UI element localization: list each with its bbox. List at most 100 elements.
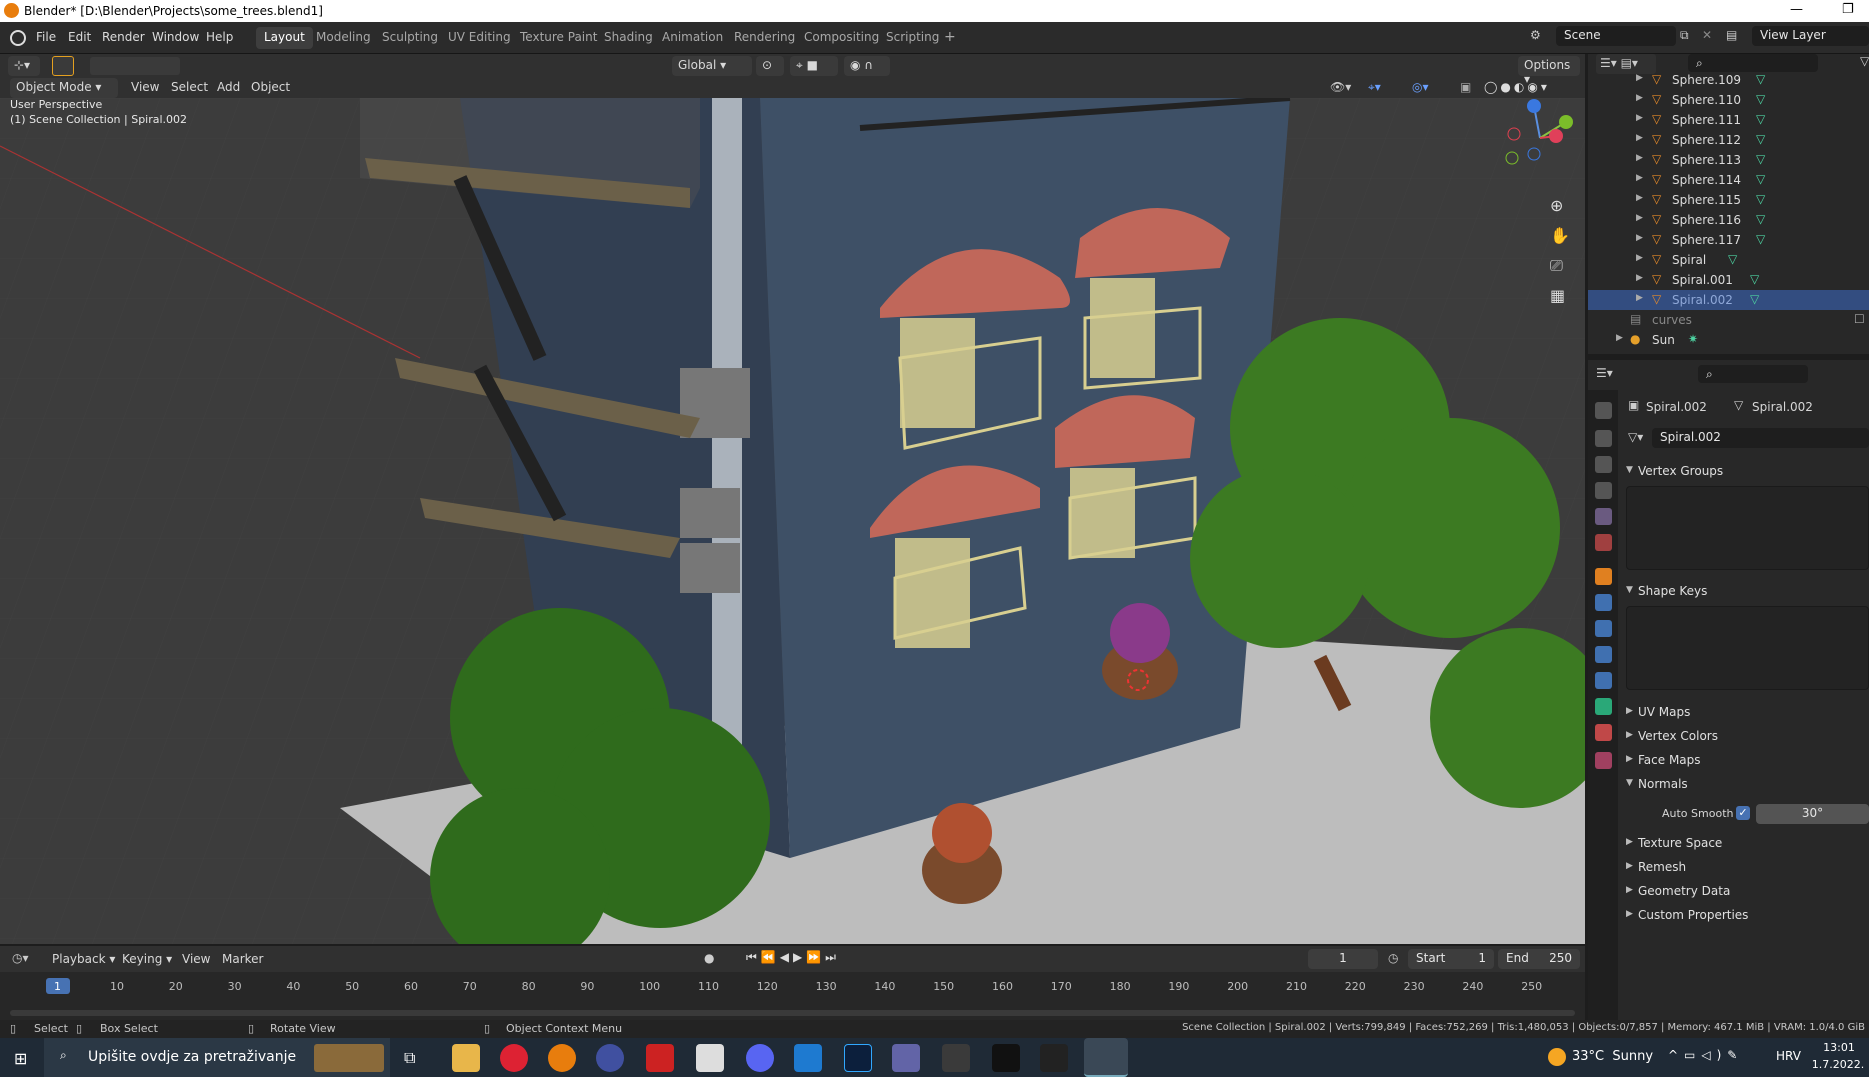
- tool-tab-icon[interactable]: [1595, 402, 1612, 419]
- modifiers-tab-icon[interactable]: [1595, 594, 1612, 611]
- mesh-data-icon[interactable]: ▽: [1756, 72, 1770, 86]
- mesh-data-icon[interactable]: ▽: [1750, 292, 1764, 306]
- clock-date[interactable]: 1.7.2022.: [1808, 1058, 1868, 1071]
- menu-select[interactable]: Select: [171, 80, 208, 94]
- tab-shading[interactable]: Shading: [596, 27, 661, 49]
- options-dropdown[interactable]: Options ▾: [1518, 56, 1580, 86]
- menu-edit[interactable]: Edit: [68, 30, 91, 44]
- particles-tab-icon[interactable]: [1595, 620, 1612, 637]
- zoom-icon[interactable]: ⊕: [1550, 196, 1563, 215]
- vscode-icon[interactable]: [794, 1044, 822, 1072]
- current-frame-field[interactable]: 1: [1308, 949, 1378, 969]
- properties-editor-icon[interactable]: ☰▾: [1596, 366, 1613, 380]
- mesh-data-tab-icon[interactable]: [1595, 698, 1612, 715]
- proportional-edit-icon[interactable]: ◉ ∩: [844, 56, 890, 76]
- menu-object[interactable]: Object: [251, 80, 290, 94]
- mesh-data-icon[interactable]: ▽: [1756, 92, 1770, 106]
- blender-active-icon[interactable]: [1084, 1038, 1128, 1077]
- section-geometry-data[interactable]: ▶ Geometry Data: [1618, 881, 1869, 903]
- teams-icon[interactable]: [892, 1044, 920, 1072]
- outliner-item-spiral-001[interactable]: ▶ ▽ Spiral.001 ▽: [1588, 270, 1869, 290]
- remove-scene-icon[interactable]: ✕: [1702, 28, 1712, 42]
- mesh-data-icon[interactable]: ▽: [1756, 172, 1770, 186]
- tab-rendering[interactable]: Rendering: [726, 27, 803, 49]
- add-workspace-icon[interactable]: +: [944, 29, 956, 45]
- xray-icon[interactable]: ▣: [1460, 80, 1471, 94]
- view-layer-tab-icon[interactable]: [1595, 482, 1612, 499]
- pan-hand-icon[interactable]: ✋: [1550, 226, 1570, 245]
- texture-tab-icon[interactable]: [1595, 752, 1612, 769]
- 3d-viewport[interactable]: User Perspective (1) Scene Collection | …: [0, 98, 1585, 944]
- section-uv-maps[interactable]: ▶ UV Maps: [1618, 702, 1869, 724]
- overlay-icon[interactable]: ◎▾: [1412, 80, 1429, 94]
- playback-controls-icon[interactable]: ⏮⏪◀▶⏩⏭: [746, 950, 840, 965]
- shape-keys-list[interactable]: [1626, 606, 1869, 690]
- select-tool-icon[interactable]: [52, 56, 74, 76]
- pivot-icon[interactable]: ⊙: [756, 56, 784, 76]
- outliner-item-sphere-117[interactable]: ▶ ▽ Sphere.117 ▽: [1588, 230, 1869, 250]
- scene-tab-icon[interactable]: [1595, 508, 1612, 525]
- mesh-data-icon[interactable]: ▽: [1756, 132, 1770, 146]
- outliner-item-sphere-115[interactable]: ▶ ▽ Sphere.115 ▽: [1588, 190, 1869, 210]
- menu-playback[interactable]: Playback ▾: [52, 952, 115, 966]
- outliner-item-spiral[interactable]: ▶ ▽ Spiral ▽: [1588, 250, 1869, 270]
- mesh-data-icon[interactable]: ▽: [1756, 192, 1770, 206]
- outliner-item-sun[interactable]: ▶ ● Sun ✷: [1588, 330, 1869, 350]
- blender-taskbar-icon[interactable]: [548, 1044, 576, 1072]
- mesh-name-field[interactable]: Spiral.002: [1652, 428, 1869, 448]
- editor-type-icon[interactable]: ⊹▾: [8, 56, 40, 76]
- file-explorer-icon[interactable]: [452, 1044, 480, 1072]
- scene-field[interactable]: Scene: [1556, 26, 1676, 46]
- checkbox-icon[interactable]: ☐: [1854, 312, 1865, 326]
- tray-icons[interactable]: ^▭◁)✎: [1668, 1048, 1743, 1062]
- end-frame-field[interactable]: End 250: [1498, 949, 1580, 969]
- transform-orientation-dropdown[interactable]: Global ▾: [672, 56, 752, 76]
- filter-icon[interactable]: ▽: [1860, 54, 1869, 68]
- snap-icon[interactable]: ⌖ ■: [790, 56, 838, 76]
- app-icon[interactable]: [596, 1044, 624, 1072]
- app-icon[interactable]: [646, 1044, 674, 1072]
- section-normals[interactable]: ▼ Normals: [1618, 774, 1869, 796]
- outliner-item-sphere-111[interactable]: ▶ ▽ Sphere.111 ▽: [1588, 110, 1869, 130]
- menu-help[interactable]: Help: [206, 30, 233, 44]
- gizmo-icon[interactable]: ⌖▾: [1368, 80, 1381, 95]
- menu-render[interactable]: Render: [102, 30, 145, 44]
- physics-tab-icon[interactable]: [1595, 646, 1612, 663]
- outliner-item-sphere-112[interactable]: ▶ ▽ Sphere.112 ▽: [1588, 130, 1869, 150]
- camera-view-icon[interactable]: ⎚: [1550, 256, 1563, 276]
- timeline-editor-icon[interactable]: ◷▾: [12, 951, 29, 965]
- menu-timeline-view[interactable]: View: [182, 952, 210, 966]
- app-icon[interactable]: [696, 1044, 724, 1072]
- photoshop-icon[interactable]: [844, 1044, 872, 1072]
- chrome-icon[interactable]: [500, 1044, 528, 1072]
- outliner-item-sphere-116[interactable]: ▶ ▽ Sphere.116 ▽: [1588, 210, 1869, 230]
- mesh-data-icon[interactable]: ▽: [1756, 112, 1770, 126]
- preview-range-icon[interactable]: ◷: [1388, 951, 1398, 965]
- outliner-item-sphere-109[interactable]: ▶ ▽ Sphere.109 ▽: [1588, 70, 1869, 90]
- outliner-item-sphere-113[interactable]: ▶ ▽ Sphere.113 ▽: [1588, 150, 1869, 170]
- app-icon[interactable]: [992, 1044, 1020, 1072]
- tab-texture-paint[interactable]: Texture Paint: [512, 27, 605, 49]
- app-icon[interactable]: [1040, 1044, 1068, 1072]
- visibility-icon[interactable]: 👁▾: [1330, 80, 1351, 94]
- section-texture-space[interactable]: ▶ Texture Space: [1618, 833, 1869, 855]
- taskbar-search-box[interactable]: ⌕ Upišite ovdje za pretraživanje: [44, 1038, 390, 1077]
- mesh-browse-icon[interactable]: ▽▾: [1628, 430, 1643, 444]
- maximize-icon[interactable]: ❐: [1842, 2, 1854, 17]
- mode-dropdown[interactable]: Object Mode ▾: [10, 78, 118, 98]
- menu-file[interactable]: File: [36, 30, 56, 44]
- mesh-data-icon[interactable]: ▽: [1756, 212, 1770, 226]
- auto-smooth-angle-field[interactable]: 30°: [1756, 804, 1869, 824]
- tab-modeling[interactable]: Modeling: [308, 27, 379, 49]
- discord-icon[interactable]: [746, 1044, 774, 1072]
- view-layer-icon[interactable]: ▤: [1726, 28, 1737, 42]
- section-shape-keys[interactable]: ▼ Shape Keys: [1618, 581, 1869, 603]
- tab-sculpting[interactable]: Sculpting: [374, 27, 446, 49]
- section-vertex-groups[interactable]: ▼ Vertex Groups: [1618, 461, 1869, 483]
- menu-window[interactable]: Window: [152, 30, 199, 44]
- tab-uv-editing[interactable]: UV Editing: [440, 27, 519, 49]
- weather-text[interactable]: 33°C Sunny: [1572, 1049, 1653, 1064]
- mesh-data-icon[interactable]: ▽: [1756, 152, 1770, 166]
- sun-data-icon[interactable]: ✷: [1688, 332, 1702, 346]
- outliner-item-spiral-002[interactable]: ▶ ▽ Spiral.002 ▽: [1588, 290, 1869, 310]
